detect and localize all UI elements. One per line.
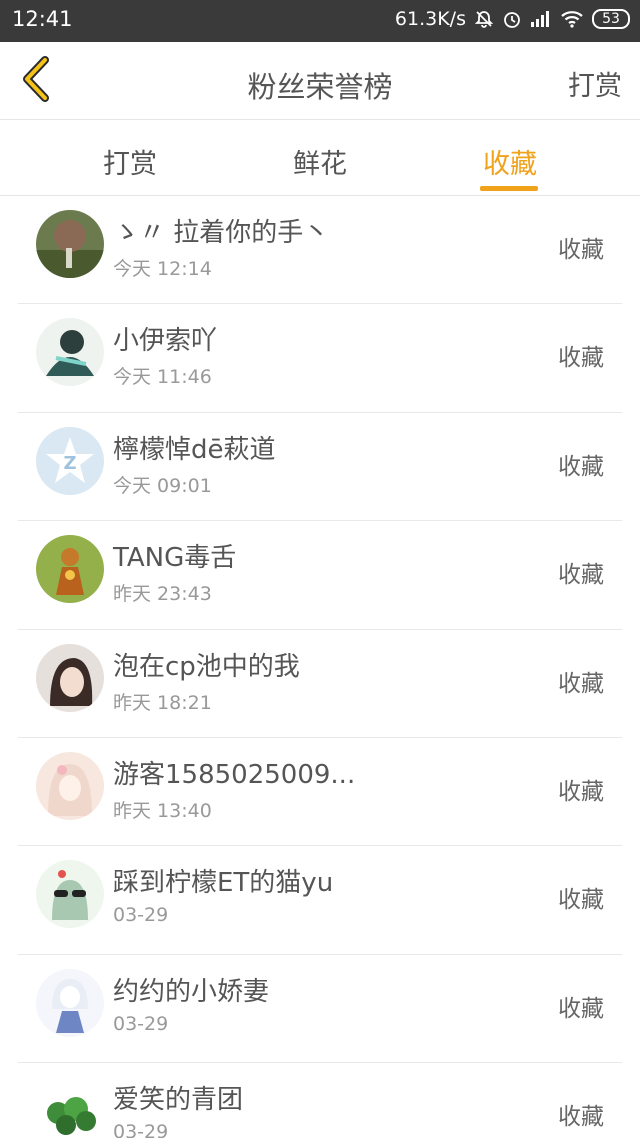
- action-label: 收藏: [558, 345, 604, 372]
- avatar[interactable]: [36, 1077, 104, 1138]
- list-item[interactable]: 爱笑的青团 03-29 收藏: [0, 1063, 640, 1138]
- alarm-icon: [502, 9, 522, 29]
- action-label: 收藏: [558, 562, 604, 589]
- time-label: 今天 09:01: [113, 474, 212, 497]
- tab-favorites[interactable]: 收藏: [450, 142, 570, 181]
- time-label: 03-29: [113, 1012, 169, 1035]
- action-label: 收藏: [558, 670, 604, 697]
- avatar[interactable]: [36, 643, 104, 712]
- user-name: 踩到柠檬ET的猫yu: [113, 868, 334, 899]
- list-item[interactable]: 泡在cp池中的我 昨天 18:21 收藏: [0, 630, 640, 739]
- user-name: 爱笑的青团: [113, 1085, 244, 1116]
- time-label: 今天 11:46: [113, 366, 212, 389]
- status-icons: 61.3K/s 53: [395, 8, 630, 30]
- list-item[interactable]: 游客1585025009... 昨天 13:40 收藏: [0, 738, 640, 847]
- time-label: 今天 12:14: [113, 258, 212, 280]
- battery-indicator: 53: [592, 9, 630, 29]
- user-name: 游客1585025009...: [113, 759, 356, 790]
- page-title: 粉丝荣誉榜: [247, 70, 393, 104]
- avatar[interactable]: [36, 318, 104, 387]
- status-bar: 12:41 61.3K/s 53: [0, 0, 640, 42]
- action-label: 收藏: [558, 778, 604, 805]
- user-name: 泡在cp池中的我: [113, 651, 300, 682]
- action-label: 收藏: [558, 995, 604, 1022]
- time-label: 昨天 23:43: [113, 583, 212, 606]
- time-label: 昨天 18:21: [113, 691, 212, 714]
- reward-button[interactable]: 打赏: [568, 64, 622, 103]
- time-label: 03-29: [113, 904, 169, 927]
- action-label: 收藏: [558, 237, 604, 263]
- time-label: 昨天 13:40: [113, 799, 212, 822]
- user-name: 小伊索吖: [113, 326, 218, 357]
- list-item[interactable]: Z 檸檬悼dē萩道 今天 09:01 收藏: [0, 413, 640, 522]
- svg-text:Z: Z: [63, 453, 76, 474]
- active-tab-indicator: [480, 186, 538, 191]
- signal-icon: [530, 10, 552, 28]
- user-name: TANG毒舌: [113, 543, 237, 574]
- avatar[interactable]: [36, 751, 104, 820]
- list-item[interactable]: TANG毒舌 昨天 23:43 收藏: [0, 521, 640, 630]
- user-name: 檸檬悼dē萩道: [113, 434, 276, 465]
- network-speed: 61.3K/s: [394, 8, 466, 30]
- user-name: ゝ〃 拉着你的手丶: [113, 218, 330, 248]
- time-label: 03-29: [113, 1121, 169, 1138]
- user-name: 约约的小娇妻: [113, 976, 270, 1007]
- tab-reward[interactable]: 打赏: [70, 142, 190, 181]
- list-item[interactable]: 小伊索吖 今天 11:46 收藏: [0, 304, 640, 414]
- avatar[interactable]: [36, 535, 104, 604]
- list-item[interactable]: 踩到柠檬ET的猫yu 03-29 收藏: [0, 846, 640, 956]
- list-item[interactable]: 约约的小娇妻 03-29 收藏: [0, 955, 640, 1064]
- fan-list: ゝ〃 拉着你的手丶 今天 12:14 收藏 小伊索吖 今天 11:46 收藏 Z…: [0, 196, 640, 1138]
- avatar[interactable]: [36, 968, 104, 1037]
- action-label: 收藏: [558, 453, 604, 480]
- wifi-icon: [560, 10, 584, 28]
- action-label: 收藏: [558, 887, 604, 914]
- status-time: 12:41: [12, 7, 73, 31]
- action-label: 收藏: [558, 1104, 604, 1131]
- avatar[interactable]: Z: [36, 426, 104, 495]
- tab-flowers[interactable]: 鲜花: [260, 142, 380, 181]
- nav-bar: 粉丝荣誉榜 打赏: [0, 42, 640, 120]
- mute-bell-icon: [474, 9, 494, 29]
- avatar[interactable]: [36, 860, 104, 929]
- tab-bar: 打赏 鲜花 收藏: [0, 120, 640, 196]
- list-item[interactable]: ゝ〃 拉着你的手丶 今天 12:14 收藏: [0, 196, 640, 305]
- avatar[interactable]: [36, 210, 104, 278]
